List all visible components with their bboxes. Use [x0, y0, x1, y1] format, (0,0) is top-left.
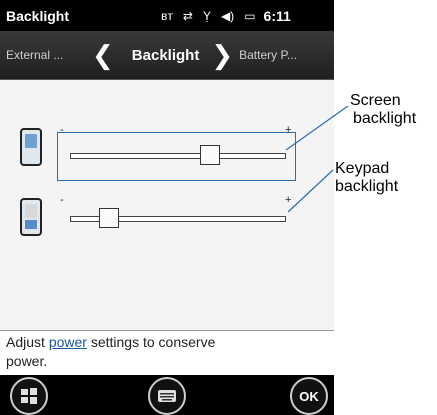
battery-icon[interactable]: ▭: [244, 9, 255, 23]
hint-prefix: Adjust: [6, 334, 49, 350]
screen-callout-line2: backlight: [353, 110, 417, 127]
screen-backlight-slider[interactable]: [70, 153, 286, 159]
power-settings-link[interactable]: power: [49, 334, 87, 350]
nav-bar: External ... ❮ Backlight ❯ Battery P...: [0, 31, 334, 80]
keypad-device-icon: [20, 198, 42, 236]
device-screen: Backlight ʙᴛ ⇄ Ỵ ◀) ▭ 6:11 External ... …: [0, 0, 334, 415]
window-title: Backlight: [6, 7, 70, 24]
screen-callout-line1: Screen: [350, 92, 401, 109]
keypad-slider-thumb[interactable]: [99, 208, 120, 228]
nav-next-link[interactable]: Battery P...: [239, 48, 309, 62]
signal-icon[interactable]: Ỵ: [203, 9, 211, 23]
hint-line-1: Adjust power settings to conserve: [6, 334, 215, 350]
bluetooth-icon[interactable]: ʙᴛ: [161, 9, 173, 23]
screen-callout-label: Screen backlight: [350, 92, 416, 128]
screen-slider-thumb[interactable]: [199, 145, 220, 165]
keypad-callout-line2: backlight: [335, 178, 399, 195]
title-bar: Backlight ʙᴛ ⇄ Ỵ ◀) ▭ 6:11: [0, 0, 334, 31]
keyboard-icon: [158, 390, 176, 402]
windows-logo-icon: [21, 388, 37, 404]
softkey-bar: OK: [0, 375, 334, 415]
keypad-callout-line1: Keypad: [335, 160, 390, 177]
hint-line-2: power.: [6, 353, 48, 369]
hint-suffix: settings to conserve: [86, 334, 216, 350]
clock[interactable]: 6:11: [264, 8, 291, 24]
keypad-min-label: -: [60, 194, 64, 206]
backlight-content: - + - +: [0, 80, 334, 330]
ok-button[interactable]: OK: [290, 377, 328, 415]
page: Backlight ʙᴛ ⇄ Ỵ ◀) ▭ 6:11 External ... …: [0, 0, 437, 415]
keyboard-button[interactable]: [148, 377, 186, 415]
nav-prev-link[interactable]: External ...: [0, 48, 86, 62]
chevron-left-icon[interactable]: ❮: [92, 42, 114, 68]
nav-current-title: Backlight: [131, 46, 200, 64]
speaker-icon[interactable]: ◀): [221, 9, 234, 23]
keypad-callout-label: Keypad backlight: [335, 160, 398, 196]
power-hint: Adjust power settings to conserve power.: [0, 330, 334, 375]
keypad-max-label: +: [285, 194, 292, 206]
sync-icon[interactable]: ⇄: [183, 9, 193, 23]
chevron-right-icon[interactable]: ❯: [211, 42, 233, 68]
screen-device-icon: [20, 128, 42, 166]
status-icons: ʙᴛ ⇄ Ỵ ◀) ▭: [161, 9, 256, 23]
windows-start-button[interactable]: [10, 377, 48, 415]
